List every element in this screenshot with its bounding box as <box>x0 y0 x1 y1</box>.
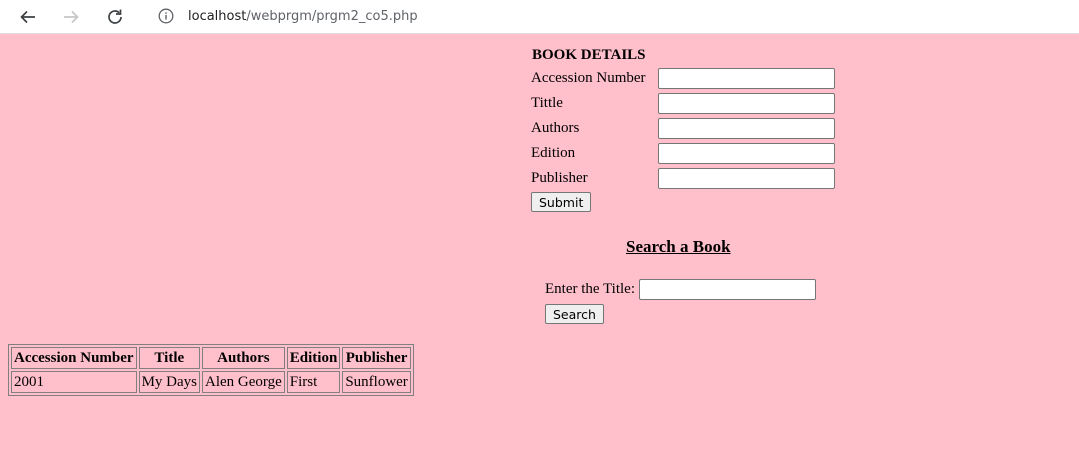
cell-publisher: Sunflower <box>342 371 411 393</box>
search-title-label: Enter the Title: <box>545 281 635 297</box>
url-host: localhost <box>188 8 247 24</box>
cell-accession-number: 2001 <box>11 371 137 393</box>
header-authors: Authors <box>202 347 285 369</box>
page-content: BOOK DETAILS Accession Number Tittle Aut… <box>0 34 1079 449</box>
address-bar[interactable]: localhost/webprgm/prgm2_co5.php <box>146 1 1079 31</box>
url-text: localhost/webprgm/prgm2_co5.php <box>188 9 418 24</box>
forward-button[interactable] <box>57 3 85 31</box>
table-row: 2001 My Days Alen George First Sunflower <box>11 371 411 393</box>
header-edition: Edition <box>286 347 341 369</box>
form-row-publisher: Publisher <box>531 166 851 191</box>
submit-button[interactable]: Submit <box>531 192 592 212</box>
arrow-left-icon <box>19 8 37 26</box>
browser-toolbar: localhost/webprgm/prgm2_co5.php <box>0 0 1079 34</box>
cell-title: My Days <box>138 371 200 393</box>
arrow-right-icon <box>62 8 80 26</box>
publisher-label: Publisher <box>531 170 588 186</box>
authors-label: Authors <box>531 120 580 136</box>
book-details-form: BOOK DETAILS Accession Number Tittle Aut… <box>531 44 851 212</box>
title-input[interactable] <box>658 93 835 114</box>
header-title: Title <box>138 347 200 369</box>
reload-button[interactable] <box>101 3 129 31</box>
edition-input[interactable] <box>658 143 835 164</box>
search-row: Enter the Title: <box>545 279 816 300</box>
form-row-accession-number: Accession Number <box>531 66 851 91</box>
info-icon[interactable] <box>158 8 174 24</box>
accession-number-input[interactable] <box>658 68 835 89</box>
publisher-input[interactable] <box>658 168 835 189</box>
header-publisher: Publisher <box>342 347 411 369</box>
header-accession-number: Accession Number <box>11 347 137 369</box>
form-row-title: Tittle <box>531 91 851 116</box>
authors-input[interactable] <box>658 118 835 139</box>
form-heading: BOOK DETAILS <box>532 47 646 63</box>
form-row-authors: Authors <box>531 116 851 141</box>
cell-authors: Alen George <box>202 371 285 393</box>
reload-icon <box>106 8 124 26</box>
back-button[interactable] <box>14 3 42 31</box>
search-button[interactable]: Search <box>545 304 604 324</box>
edition-label: Edition <box>531 145 576 161</box>
books-table: Accession Number Title Authors Edition P… <box>8 344 414 396</box>
cell-edition: First <box>286 371 341 393</box>
table-header-row: Accession Number Title Authors Edition P… <box>11 347 411 369</box>
title-label: Tittle <box>531 95 563 111</box>
accession-number-label: Accession Number <box>531 70 646 86</box>
search-heading: Search a Book <box>626 237 731 256</box>
search-title-input[interactable] <box>639 279 816 300</box>
form-row-edition: Edition <box>531 141 851 166</box>
url-path: /webprgm/prgm2_co5.php <box>246 8 418 24</box>
